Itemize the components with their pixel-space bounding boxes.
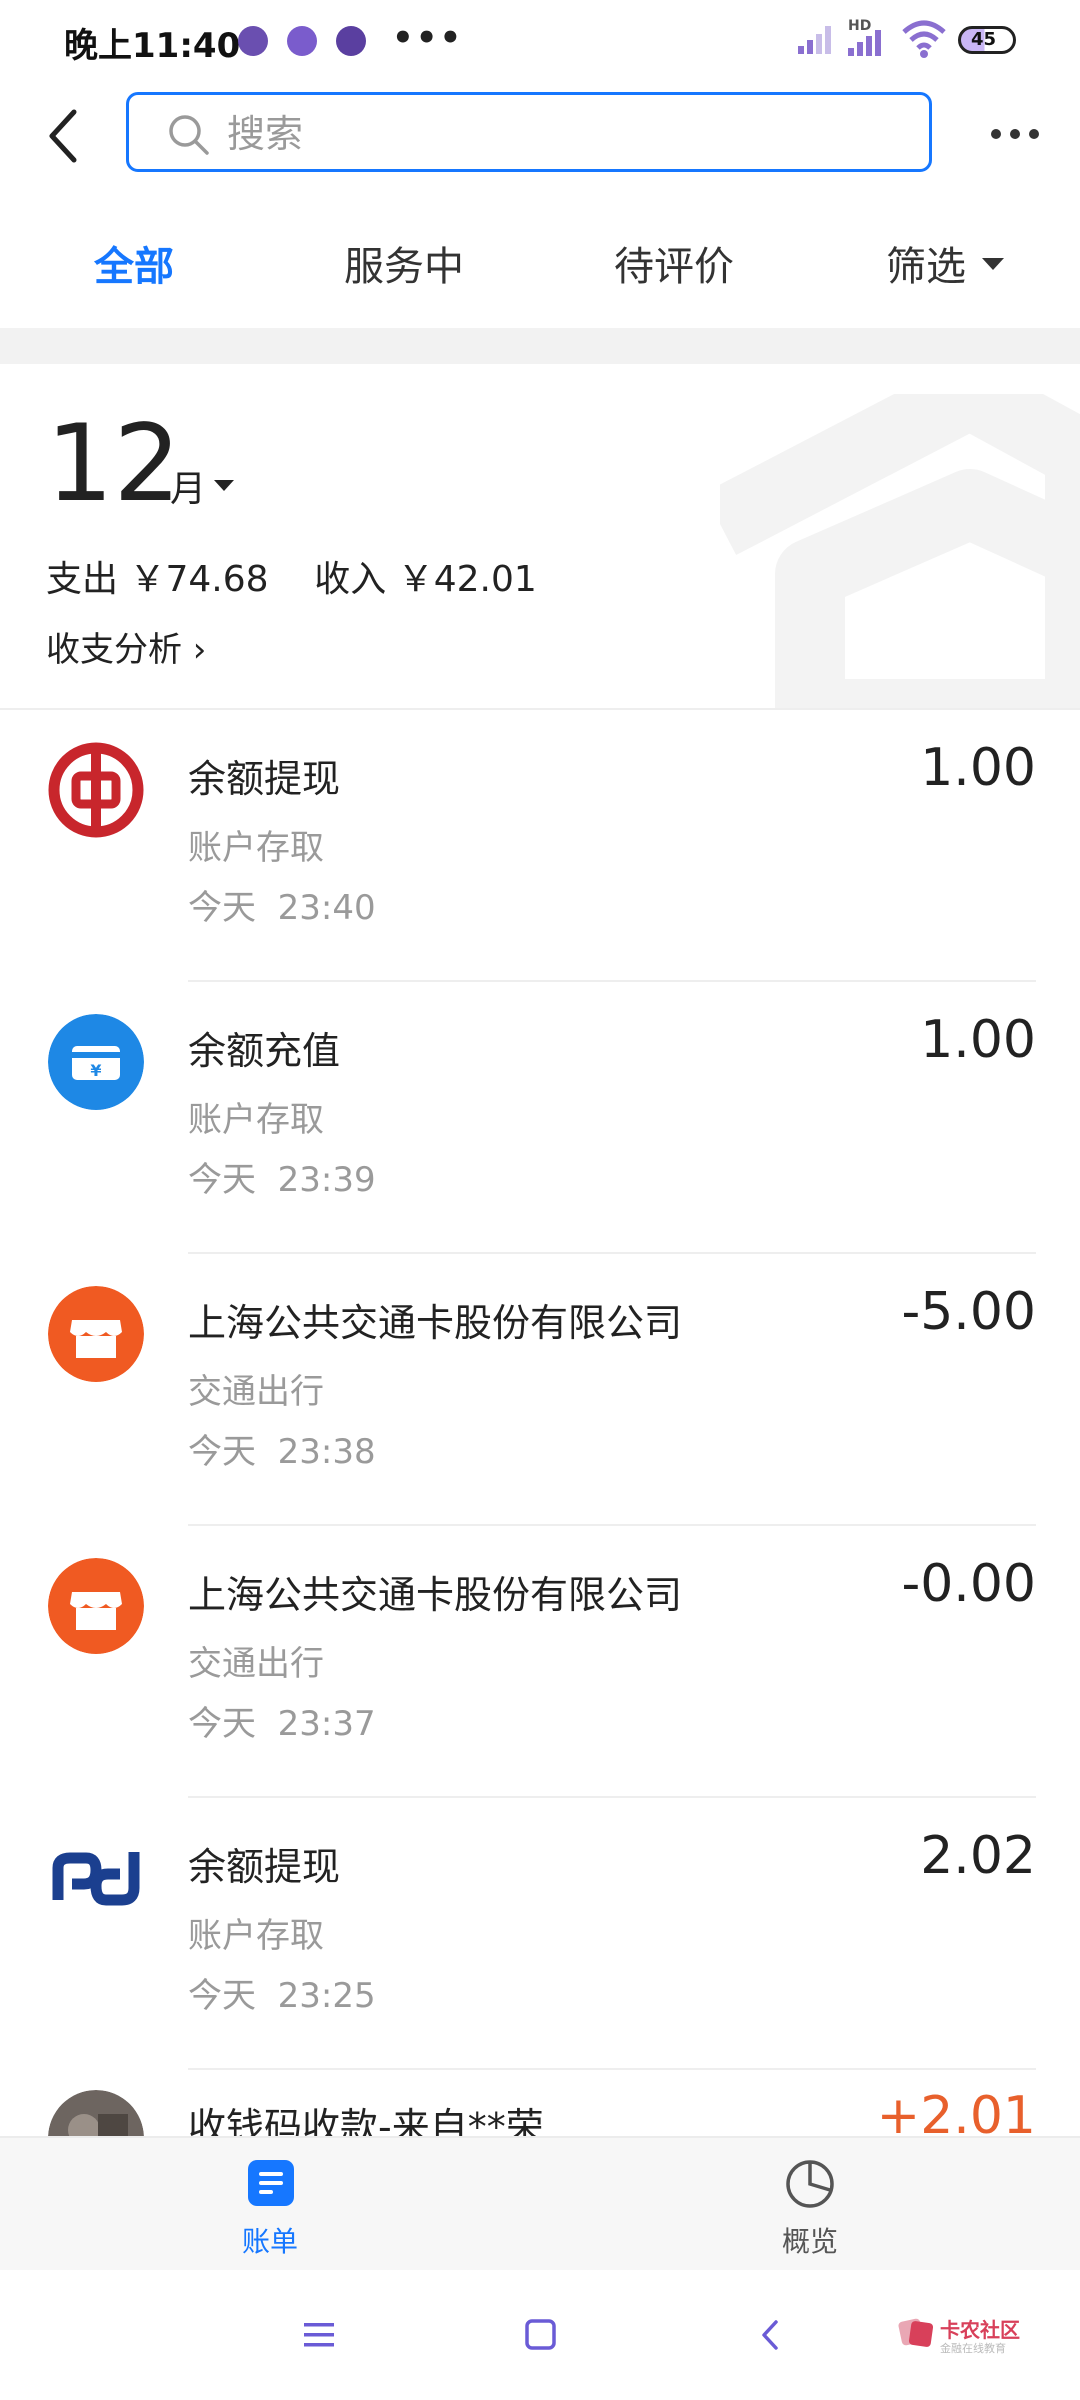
- pie-chart-icon: [786, 2160, 834, 2208]
- watermark-subtext: 金融在线教育: [940, 2342, 1006, 2355]
- search-input[interactable]: [225, 109, 909, 159]
- status-bar: 晚上11:40 ••• HD 45: [0, 0, 1080, 84]
- nav-bills-label: 账单: [242, 2225, 299, 2258]
- avatar-photo-icon: [48, 2090, 144, 2136]
- transaction-title: 上海公共交通卡股份有限公司: [188, 1573, 683, 1617]
- transaction-category: 交通出行: [188, 1644, 324, 1684]
- transaction-title: 收钱码收款-来自**荣: [188, 2105, 544, 2136]
- battery-icon: 45: [958, 26, 1016, 54]
- bill-icon: [248, 2160, 294, 2206]
- tab-filter[interactable]: 筛选: [886, 234, 966, 292]
- nav-overview-label: 概览: [782, 2225, 839, 2258]
- transaction-amount: +2.01: [876, 2086, 1036, 2136]
- watermark-logo-icon: [898, 2318, 934, 2347]
- nav-overview[interactable]: 概览: [750, 2138, 870, 2272]
- transaction-time: 今天 23:39: [188, 1160, 376, 1200]
- search-icon: [169, 115, 209, 155]
- transaction-category: 账户存取: [188, 828, 324, 868]
- tab-in-service[interactable]: 服务中: [344, 234, 464, 292]
- notification-app-icon: [336, 26, 366, 56]
- transaction-time: 今天 23:38: [188, 1432, 376, 1472]
- transaction-item[interactable]: 上海公共交通卡股份有限公司 交通出行 今天 23:37 -0.00: [0, 1526, 1080, 1798]
- transaction-time: 今天 23:40: [188, 888, 376, 928]
- nav-bills[interactable]: 账单: [210, 2138, 330, 2272]
- signal-icon: [848, 30, 881, 56]
- signal-icon: [798, 26, 831, 54]
- home-icon[interactable]: [524, 2318, 558, 2352]
- section-divider: [0, 328, 1080, 364]
- month-unit: 月: [170, 469, 207, 510]
- more-dots-icon: [991, 129, 1039, 139]
- transaction-time: 今天 23:25: [188, 1976, 376, 2016]
- transaction-item[interactable]: 收钱码收款-来自**荣 +2.01: [0, 2070, 1080, 2136]
- transaction-amount: -5.00: [901, 1282, 1036, 1342]
- income-expense-analysis-link[interactable]: 收支分析 ›: [46, 622, 206, 671]
- svg-text:¥: ¥: [90, 1061, 101, 1080]
- tab-to-review[interactable]: 待评价: [614, 234, 734, 292]
- transaction-category: 账户存取: [188, 1100, 324, 1140]
- transaction-amount: 1.00: [920, 1010, 1036, 1070]
- transaction-title: 余额提现: [188, 1845, 341, 1889]
- transaction-item[interactable]: 上海公共交通卡股份有限公司 交通出行 今天 23:38 -5.00: [0, 1254, 1080, 1526]
- month-selector[interactable]: 12: [46, 402, 181, 525]
- tab-all[interactable]: 全部: [94, 234, 174, 292]
- transaction-item[interactable]: 余额提现 账户存取 今天 23:40 1.00: [0, 710, 1080, 982]
- transaction-time: 今天 23:37: [188, 1704, 376, 1744]
- shop-icon: [48, 1558, 144, 1654]
- spd-bank-icon: [52, 1852, 140, 1906]
- expense-income-summary: 支出 ￥74.68 收入 ￥42.01: [46, 559, 537, 600]
- system-navigation-bar: 卡农社区 金融在线教育: [0, 2270, 1080, 2400]
- filter-dropdown-icon: [982, 258, 1004, 270]
- month-dropdown-icon[interactable]: [214, 480, 234, 491]
- transaction-title: 余额充值: [188, 1029, 341, 1073]
- wallet-card-icon: ¥: [48, 1014, 144, 1110]
- bottom-navigation: 账单 概览: [0, 2136, 1080, 2272]
- transaction-category: 交通出行: [188, 1372, 324, 1412]
- transaction-category: 账户存取: [188, 1916, 324, 1956]
- bank-of-china-icon: [48, 742, 144, 838]
- back-nav-icon[interactable]: [756, 2318, 786, 2352]
- transaction-item[interactable]: 余额提现 账户存取 今天 23:25 2.02: [0, 1798, 1080, 2070]
- notification-app-icon: [287, 26, 317, 56]
- notification-app-icon: [238, 26, 268, 56]
- menu-icon[interactable]: [302, 2320, 336, 2350]
- wifi-icon: [902, 20, 946, 58]
- transaction-amount: -0.00: [901, 1554, 1036, 1614]
- more-notifications-icon: •••: [392, 18, 464, 58]
- transaction-amount: 1.00: [920, 738, 1036, 798]
- month-summary: 12 月 支出 ￥74.68 收入 ￥42.01 收支分析 ›: [0, 364, 1080, 709]
- transaction-title: 上海公共交通卡股份有限公司: [188, 1301, 683, 1345]
- status-time: 晚上11:40: [64, 26, 241, 66]
- more-options-button[interactable]: [980, 110, 1050, 160]
- decorative-house-shape: [720, 394, 1080, 709]
- transaction-item[interactable]: ¥ 余额充值 账户存取 今天 23:39 1.00: [0, 982, 1080, 1254]
- back-arrow-icon: [49, 109, 77, 163]
- shop-icon: [48, 1286, 144, 1382]
- transaction-title: 余额提现: [188, 757, 341, 801]
- search-box[interactable]: [126, 92, 932, 172]
- back-button[interactable]: [38, 100, 96, 172]
- battery-level: 45: [971, 29, 997, 50]
- watermark-text: 卡农社区: [940, 2318, 1020, 2342]
- transaction-amount: 2.02: [920, 1826, 1036, 1886]
- transaction-list: 余额提现 账户存取 今天 23:40 1.00 ¥ 余额充值 账户存取 今天 2…: [0, 710, 1080, 2136]
